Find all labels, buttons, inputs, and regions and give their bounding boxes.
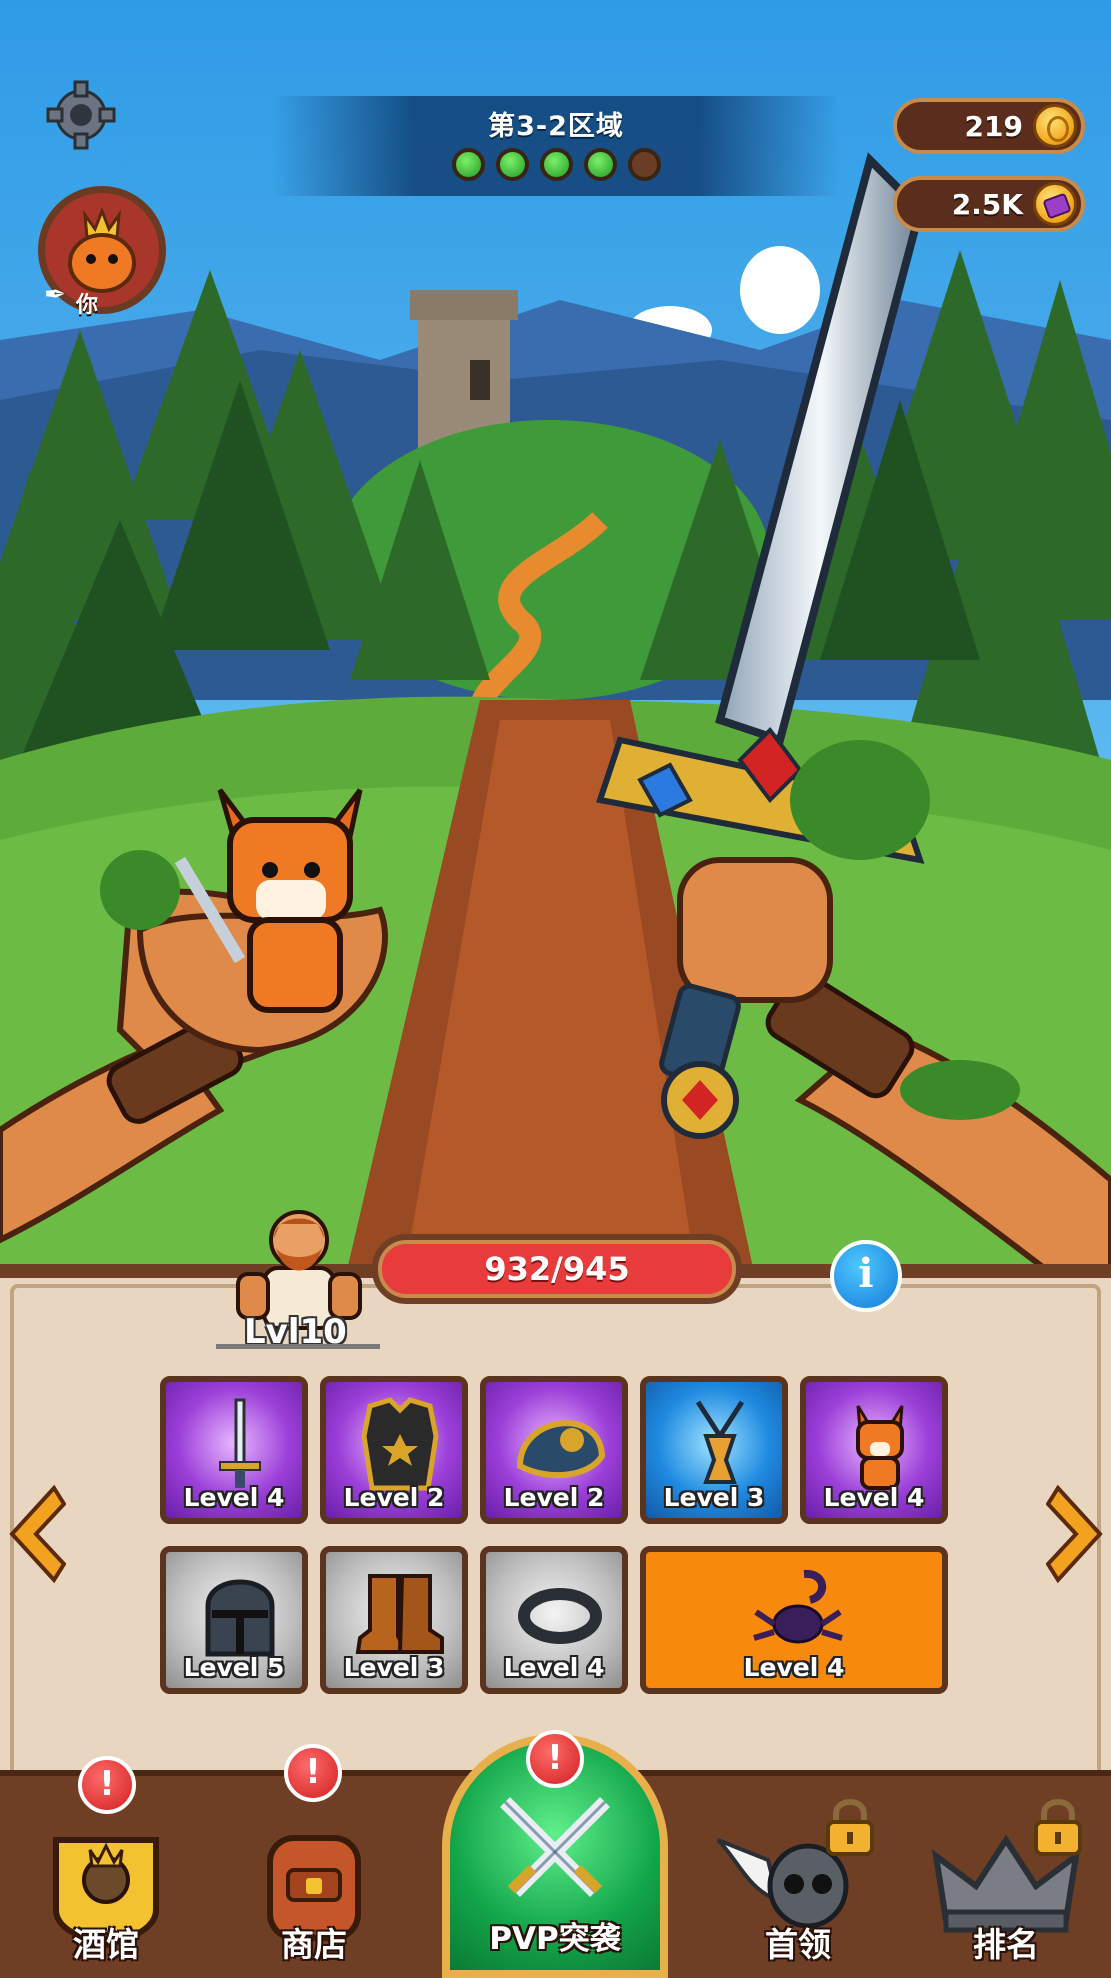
nav-tavern[interactable]: 酒馆 <box>6 1786 206 1978</box>
equipment-slot-ring[interactable]: Level 4 <box>480 1546 628 1694</box>
gold-counter[interactable]: 219 <box>893 98 1085 154</box>
hero-hp-bar: 932/945 <box>372 1234 742 1304</box>
equipment-slot-chest[interactable]: Level 2 <box>320 1376 468 1524</box>
gem-counter[interactable]: 2.5K <box>893 176 1085 232</box>
equipment-slot-fox-pet[interactable]: Level 4 <box>800 1376 948 1524</box>
item-level: Level 4 <box>183 1483 285 1512</box>
equipment-slot-helmet[interactable]: Level 5 <box>160 1546 308 1694</box>
chevron-left-icon[interactable] <box>6 1484 66 1584</box>
item-level: Level 4 <box>503 1653 605 1682</box>
nav-ranking-label: 排名 <box>973 1925 1039 1964</box>
progress-dot-complete <box>451 148 485 181</box>
hero-xp-bar <box>216 1344 380 1349</box>
amulet-icon <box>695 1400 745 1484</box>
progress-dot-complete <box>539 148 573 181</box>
equipment-slot-amulet[interactable]: Level 3 <box>640 1376 788 1524</box>
pvp-alert-badge: ! <box>526 1730 584 1788</box>
gem-value: 2.5K <box>951 188 1023 221</box>
stage-title: 第3-2区域 <box>488 111 624 142</box>
item-level: Level 4 <box>743 1653 845 1682</box>
fox-pet-icon <box>856 1405 904 1490</box>
gold-value: 219 <box>964 110 1023 143</box>
progress-dot-pending <box>627 148 661 181</box>
feather-icon: ✒ <box>44 280 66 310</box>
info-icon: i <box>858 1250 874 1297</box>
item-level: Level 4 <box>823 1483 925 1512</box>
chest-armor-icon <box>361 1397 439 1491</box>
ranking-lock-icon <box>1034 1799 1082 1856</box>
nav-tavern-label: 酒馆 <box>73 1925 139 1964</box>
progress-dot-complete <box>495 148 529 181</box>
boots-icon <box>355 1574 444 1654</box>
progress-dot-complete <box>583 148 617 181</box>
equipment-slot-shield[interactable]: Level 2 <box>480 1376 628 1524</box>
equipment-slot-boots[interactable]: Level 3 <box>320 1546 468 1694</box>
item-level: Level 3 <box>663 1483 765 1512</box>
gold-coin-icon <box>1033 104 1077 148</box>
item-level: Level 2 <box>503 1483 605 1512</box>
sword-icon <box>219 1398 261 1488</box>
player-you-label: 你 <box>76 293 99 318</box>
item-level: Level 3 <box>343 1653 445 1682</box>
settings-gear-icon[interactable] <box>44 78 118 152</box>
boss-lock-icon <box>826 1799 874 1856</box>
scorpion-pet-icon <box>753 1569 843 1644</box>
stage-progress-dots <box>272 148 840 181</box>
equipment-slot-sword[interactable]: Level 4 <box>160 1376 308 1524</box>
shop-alert-badge: ! <box>284 1744 342 1802</box>
stage-header: 第3-2区域 <box>272 96 840 196</box>
hero-info-button[interactable]: i <box>830 1240 902 1312</box>
gem-icon <box>1033 182 1077 226</box>
nav-boss-label: 首领 <box>765 1925 831 1964</box>
ring-icon <box>518 1588 602 1644</box>
nav-shop-label: 商店 <box>281 1925 347 1964</box>
hero-hp-text: 932/945 <box>484 1250 630 1288</box>
tavern-alert-badge: ! <box>78 1756 136 1814</box>
chevron-right-icon[interactable] <box>1046 1484 1106 1584</box>
shield-icon <box>516 1420 606 1479</box>
item-level: Level 2 <box>343 1483 445 1512</box>
crossed-swords-icon <box>500 1797 610 1897</box>
helmet-icon <box>205 1579 275 1657</box>
equipment-panel <box>0 1264 1111 1784</box>
nav-shop[interactable]: 商店 <box>214 1786 414 1978</box>
item-level: Level 5 <box>183 1653 285 1682</box>
equipment-slot-scorpion-pet[interactable]: Level 4 <box>640 1546 948 1694</box>
nav-pvp-label: PVP突袭 <box>489 1921 621 1957</box>
